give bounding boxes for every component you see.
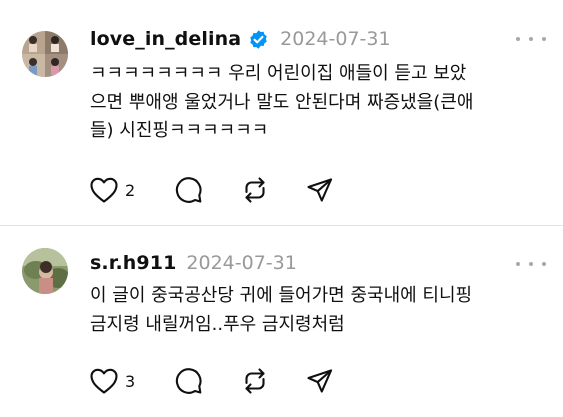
more-options-icon[interactable] bbox=[516, 29, 546, 49]
post-text-line: 이 글이 중국공산당 귀에 들어가면 중국내에 티니핑 bbox=[90, 285, 473, 306]
like-button[interactable]: 2 bbox=[89, 175, 135, 205]
username[interactable]: love_in_delina bbox=[90, 28, 241, 50]
avatar[interactable] bbox=[22, 248, 68, 294]
like-count: 2 bbox=[125, 180, 136, 200]
repost-icon bbox=[245, 368, 265, 394]
heart-icon bbox=[90, 177, 118, 203]
more-options-icon[interactable] bbox=[516, 254, 546, 274]
heart-icon bbox=[90, 368, 118, 394]
like-button[interactable]: 3 bbox=[89, 366, 135, 396]
repost-button[interactable] bbox=[240, 175, 270, 205]
action-bar: 3 bbox=[89, 366, 349, 396]
username[interactable]: s.r.h911 bbox=[90, 252, 176, 274]
post-text-line: 금지령 내릴꺼임..푸우 금지령처럼 bbox=[90, 313, 345, 335]
thread-post: love_in_delina 2024-07-31 ㅋㅋㅋㅋㅋㅋㅋㅋ 우리 어린… bbox=[0, 0, 563, 225]
avatar-image bbox=[22, 248, 68, 294]
post-text-line: 으면 뿌애앵 울었거나 말도 안된다며 짜증냈을(큰애 bbox=[90, 91, 474, 113]
comment-icon bbox=[175, 177, 202, 203]
reply-button[interactable] bbox=[174, 175, 204, 205]
post-text: ㅋㅋㅋㅋㅋㅋㅋㅋ 우리 어린이집 애들이 듣고 보았 으면 뿌애앵 울었거나 말… bbox=[90, 60, 550, 146]
post-header: love_in_delina 2024-07-31 bbox=[90, 24, 391, 54]
post-header: s.r.h911 2024-07-31 bbox=[90, 248, 297, 278]
share-button[interactable] bbox=[305, 175, 335, 205]
avatar-image bbox=[22, 31, 68, 77]
avatar[interactable] bbox=[22, 31, 68, 77]
action-bar: 2 bbox=[89, 175, 349, 205]
repost-icon bbox=[245, 177, 265, 203]
thread-post: s.r.h911 2024-07-31 이 글이 중국공산당 귀에 들어가면 중… bbox=[0, 226, 563, 417]
post-text: 이 글이 중국공산당 귀에 들어가면 중국내에 티니핑 금지령 내릴꺼임..푸우… bbox=[90, 282, 550, 339]
repost-button[interactable] bbox=[240, 366, 270, 396]
post-text-line: ㅋㅋㅋㅋㅋㅋㅋㅋ 우리 어린이집 애들이 듣고 보았 bbox=[90, 63, 467, 84]
like-count: 3 bbox=[125, 371, 136, 391]
share-icon bbox=[307, 178, 333, 202]
timestamp: 2024-07-31 bbox=[280, 28, 391, 50]
share-icon bbox=[307, 369, 333, 393]
timestamp: 2024-07-31 bbox=[186, 252, 297, 274]
comment-icon bbox=[175, 368, 202, 394]
verified-badge-icon bbox=[248, 29, 269, 50]
post-text-line: 들) 시진핑ㅋㅋㅋㅋㅋㅋ bbox=[90, 120, 269, 141]
reply-button[interactable] bbox=[174, 366, 204, 396]
share-button[interactable] bbox=[305, 366, 335, 396]
